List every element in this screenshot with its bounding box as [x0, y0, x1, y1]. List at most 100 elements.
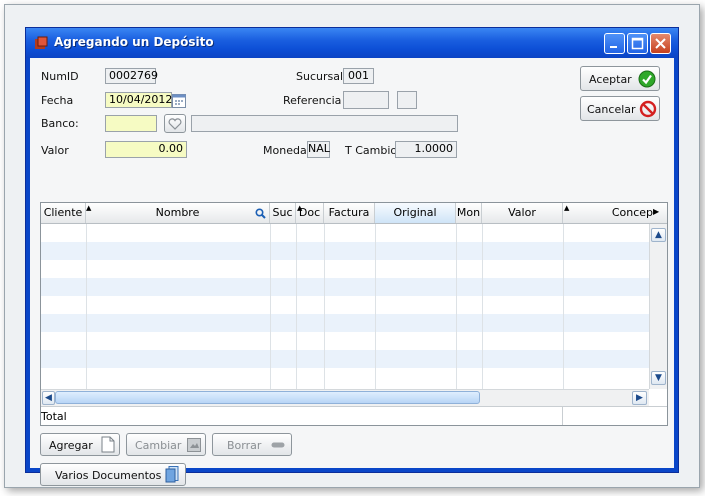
deposit-dialog: Agregando un Depósito NumID 0002769 Sucu… — [25, 27, 679, 486]
new-document-icon — [101, 436, 115, 453]
table-row[interactable] — [41, 296, 649, 314]
cancelar-label: Cancelar — [587, 103, 636, 116]
documents-grid: Cliente ▲ Nombre Suc ▲ Doc Factura Origi… — [40, 202, 668, 426]
valor-input[interactable]: 0.00 — [105, 141, 187, 158]
grid-divider — [270, 224, 271, 389]
fecha-input[interactable]: 10/04/2012 — [105, 92, 172, 108]
grid-rows — [41, 224, 649, 389]
valor-label: Valor — [41, 144, 69, 157]
documents-stack-icon — [165, 466, 179, 483]
grid-divider — [456, 224, 457, 389]
minimize-button[interactable] — [604, 33, 625, 54]
table-row[interactable] — [41, 350, 649, 368]
column-header-suc[interactable]: Suc — [270, 203, 296, 223]
grid-divider — [563, 224, 564, 389]
maximize-button[interactable] — [627, 33, 648, 54]
table-row[interactable] — [41, 242, 649, 260]
table-row[interactable] — [41, 224, 649, 242]
banco-description-field — [191, 115, 458, 132]
total-label: Total — [41, 410, 67, 423]
check-icon — [638, 70, 656, 88]
table-row[interactable] — [41, 260, 649, 278]
edit-image-icon — [187, 438, 201, 452]
grid-divider — [375, 224, 376, 389]
column-label: Cliente — [43, 206, 83, 219]
borrar-button[interactable]: Borrar — [212, 433, 292, 456]
sucursal-label: Sucursal — [296, 70, 344, 83]
cancelar-button[interactable]: Cancelar — [580, 96, 660, 121]
grid-divider — [296, 224, 297, 389]
column-header-doc[interactable]: Doc — [296, 203, 324, 223]
tcambio-label: T Cambio — [345, 144, 398, 157]
referencia-input-2[interactable] — [397, 91, 417, 109]
minus-icon — [271, 442, 285, 448]
scroll-right-header-icon[interactable]: ▶ — [653, 207, 659, 216]
fecha-label: Fecha — [41, 94, 74, 107]
column-label: Original — [393, 206, 437, 219]
referencia-input[interactable] — [343, 91, 389, 109]
numid-field: 0002769 — [105, 68, 158, 84]
cambiar-label: Cambiar — [135, 439, 182, 452]
column-header-mon[interactable]: Mon — [456, 203, 482, 223]
table-row[interactable] — [41, 368, 649, 386]
total-divider — [562, 407, 563, 425]
column-header-factura[interactable]: Factura — [324, 203, 375, 223]
aceptar-button[interactable]: Aceptar — [580, 66, 660, 91]
column-header-valor[interactable]: Valor — [482, 203, 563, 223]
column-label: Mon — [456, 206, 481, 219]
grid-divider — [482, 224, 483, 389]
window-title: Agregando un Depósito — [54, 35, 214, 49]
aceptar-label: Aceptar — [589, 73, 632, 86]
title-bar[interactable]: Agregando un Depósito — [26, 28, 678, 58]
table-row[interactable] — [41, 314, 649, 332]
heart-lookup-icon — [168, 118, 182, 130]
scroll-left-icon[interactable]: ◀ — [42, 391, 55, 405]
dialog-body: NumID 0002769 Sucursal 001 Fecha 10/04/2… — [30, 58, 674, 486]
maximize-icon — [631, 37, 644, 50]
column-header-concep[interactable]: Concep — [563, 203, 659, 223]
minimize-icon — [610, 46, 617, 48]
search-icon[interactable] — [255, 208, 266, 219]
column-label: Doc — [298, 206, 321, 219]
horizontal-scrollbar[interactable]: ◀ ▶ — [41, 389, 649, 406]
scroll-up-icon[interactable]: ▲ — [651, 228, 666, 242]
table-row[interactable] — [41, 332, 649, 350]
close-button[interactable] — [650, 33, 671, 54]
borrar-label: Borrar — [227, 439, 262, 452]
column-header-original[interactable]: Original — [375, 203, 456, 223]
varios-label: Varios Documentos — [55, 469, 162, 482]
column-header-nombre[interactable]: Nombre — [86, 203, 270, 223]
grid-divider — [86, 224, 87, 389]
referencia-label: Referencia — [283, 94, 342, 107]
sucursal-field: 001 — [343, 68, 374, 84]
banco-input[interactable] — [105, 115, 157, 132]
numid-label: NumID — [41, 70, 79, 83]
close-icon — [655, 38, 666, 49]
banco-label: Banco: — [41, 117, 79, 130]
agregar-button[interactable]: Agregar — [40, 433, 120, 456]
moneda-field: NAL — [307, 141, 330, 158]
column-header-cliente[interactable]: Cliente — [41, 203, 86, 223]
horizontal-scroll-thumb[interactable] — [55, 391, 480, 404]
grid-divider — [324, 224, 325, 389]
tcambio-field: 1.0000 — [395, 141, 457, 158]
table-row[interactable] — [41, 278, 649, 296]
column-label: Valor — [508, 206, 536, 219]
banco-search-button[interactable] — [164, 114, 186, 133]
cambiar-button[interactable]: Cambiar — [126, 433, 206, 456]
scroll-right-icon[interactable]: ▶ — [632, 391, 647, 405]
total-row: Total — [41, 406, 667, 425]
column-label: Nombre — [155, 206, 200, 219]
scroll-down-icon[interactable]: ▼ — [651, 371, 666, 385]
moneda-label: Moneda — [263, 144, 307, 157]
grid-header: Cliente ▲ Nombre Suc ▲ Doc Factura Origi… — [41, 203, 667, 224]
app-icon — [35, 36, 48, 49]
agregar-label: Agregar — [49, 439, 93, 452]
varios-documentos-button[interactable]: Varios Documentos — [40, 463, 186, 486]
vertical-scrollbar[interactable]: ▲ ▼ — [649, 224, 667, 389]
column-label: Factura — [328, 206, 370, 219]
calendar-icon[interactable] — [172, 92, 186, 108]
column-label: Concep — [611, 206, 653, 219]
column-label: Suc — [272, 206, 293, 219]
prohibited-icon — [639, 100, 657, 118]
